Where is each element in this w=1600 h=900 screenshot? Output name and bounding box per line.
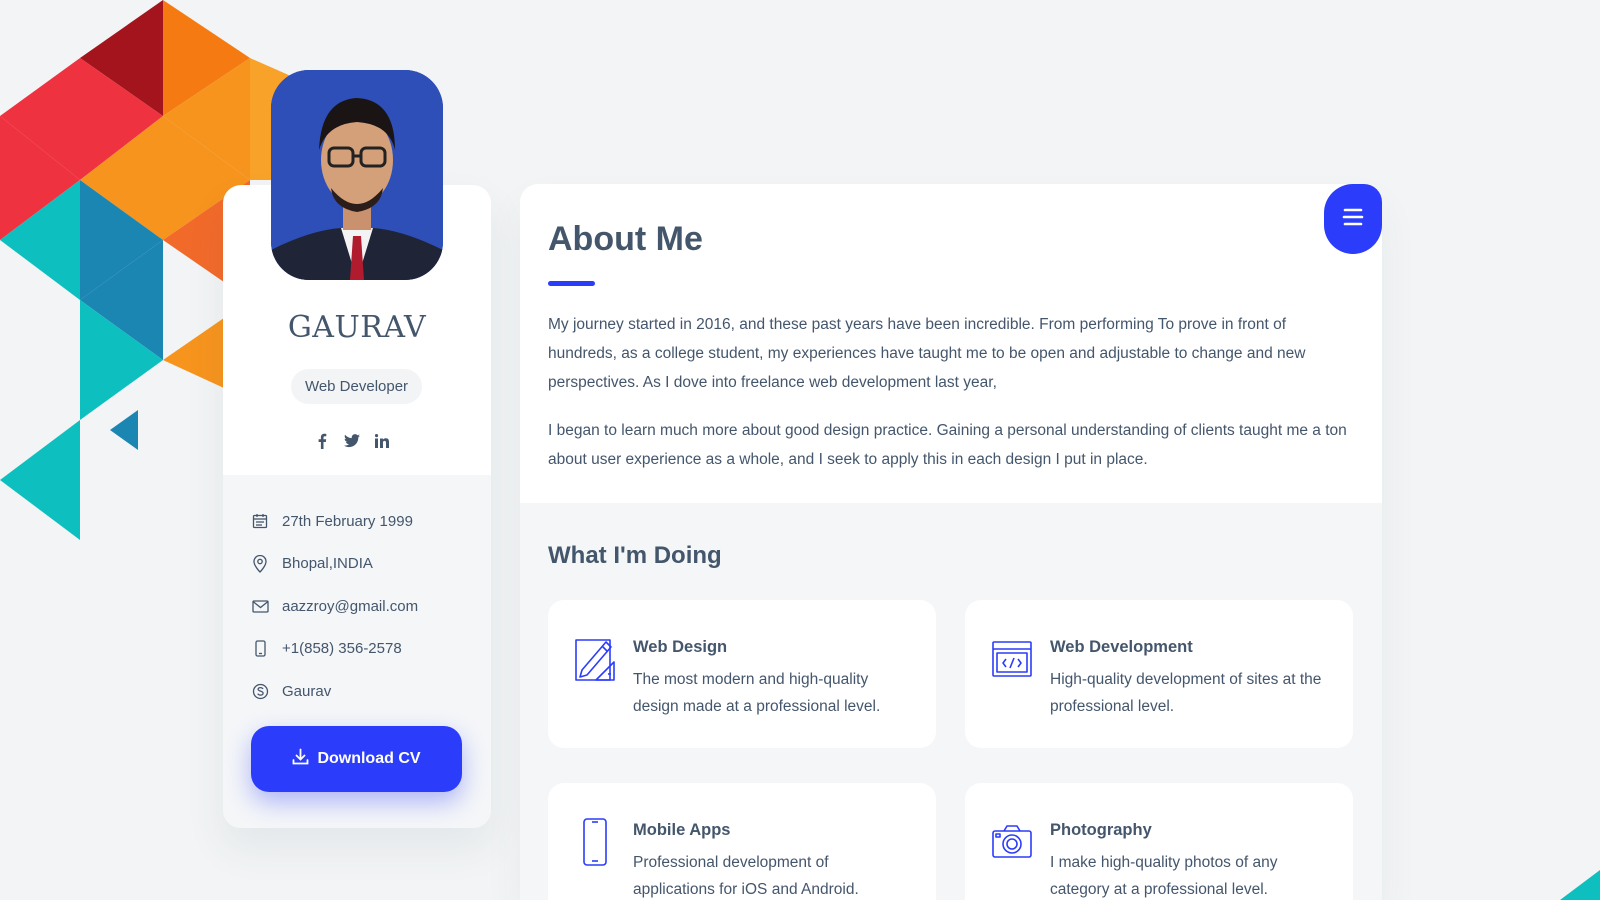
- location-text: Bhopal,INDIA: [282, 555, 373, 573]
- download-cv-button[interactable]: Download CV: [251, 726, 462, 792]
- web-development-icon: [991, 634, 1035, 684]
- menu-button[interactable]: [1324, 184, 1382, 254]
- service-card-web-development: Web Development High-quality development…: [965, 600, 1353, 748]
- service-title: Mobile Apps: [633, 821, 731, 839]
- info-phone: +1(858) 356-2578: [250, 628, 480, 671]
- skype-icon: [250, 681, 270, 701]
- mobile-apps-icon: [574, 817, 618, 867]
- photography-icon: [991, 817, 1035, 867]
- about-paragraph-1: My journey started in 2016, and these pa…: [548, 316, 1306, 391]
- mail-icon: [250, 596, 270, 616]
- facebook-icon[interactable]: [313, 432, 331, 450]
- about-title: About Me: [548, 220, 703, 258]
- info-skype: Gaurav: [250, 670, 480, 713]
- service-title: Web Development: [1050, 638, 1193, 656]
- linkedin-icon[interactable]: [373, 432, 391, 450]
- phone-icon: [250, 639, 270, 659]
- service-description: High-quality development of sites at the…: [1050, 671, 1322, 715]
- service-card-web-design: Web Design The most modern and high-qual…: [548, 600, 936, 748]
- info-birthday: 27th February 1999: [250, 500, 480, 543]
- service-description: I make high-quality photos of any catego…: [1050, 854, 1278, 898]
- info-email: aazzroy@gmail.com: [250, 585, 480, 628]
- service-card-photography: Photography I make high-quality photos o…: [965, 783, 1353, 900]
- skype-text: Gaurav: [282, 682, 332, 700]
- download-icon: [292, 748, 309, 770]
- service-title: Web Design: [633, 638, 728, 656]
- service-card-mobile-apps: Mobile Apps Professional development of …: [548, 783, 936, 900]
- doing-title: What I'm Doing: [548, 542, 722, 569]
- profile-photo-image: [271, 70, 443, 280]
- avatar: [271, 70, 443, 280]
- location-pin-icon: [250, 554, 270, 574]
- web-design-icon: [574, 634, 618, 684]
- info-location: Bhopal,INDIA: [250, 543, 480, 586]
- hamburger-menu-icon: [1342, 207, 1364, 232]
- service-description: The most modern and high-quality design …: [633, 671, 881, 715]
- about-paragraph-2: I began to learn much more about good de…: [548, 422, 1347, 468]
- service-description: Professional development of applications…: [633, 854, 859, 898]
- profile-role-badge: Web Developer: [291, 369, 422, 404]
- birthday-text: 27th February 1999: [282, 512, 413, 530]
- contact-info-list: 27th February 1999 Bhopal,INDIA aazzroy@…: [250, 500, 480, 713]
- email-text[interactable]: aazzroy@gmail.com: [282, 598, 418, 615]
- profile-name: GAURAV: [287, 310, 427, 345]
- calendar-icon: [250, 511, 270, 531]
- title-underline: [548, 281, 595, 286]
- twitter-icon[interactable]: [343, 432, 361, 450]
- phone-text[interactable]: +1(858) 356-2578: [282, 640, 402, 657]
- social-links: [313, 432, 391, 450]
- download-cv-label: Download CV: [317, 750, 421, 767]
- decorative-corner-shape: [1560, 870, 1600, 900]
- service-title: Photography: [1050, 821, 1152, 839]
